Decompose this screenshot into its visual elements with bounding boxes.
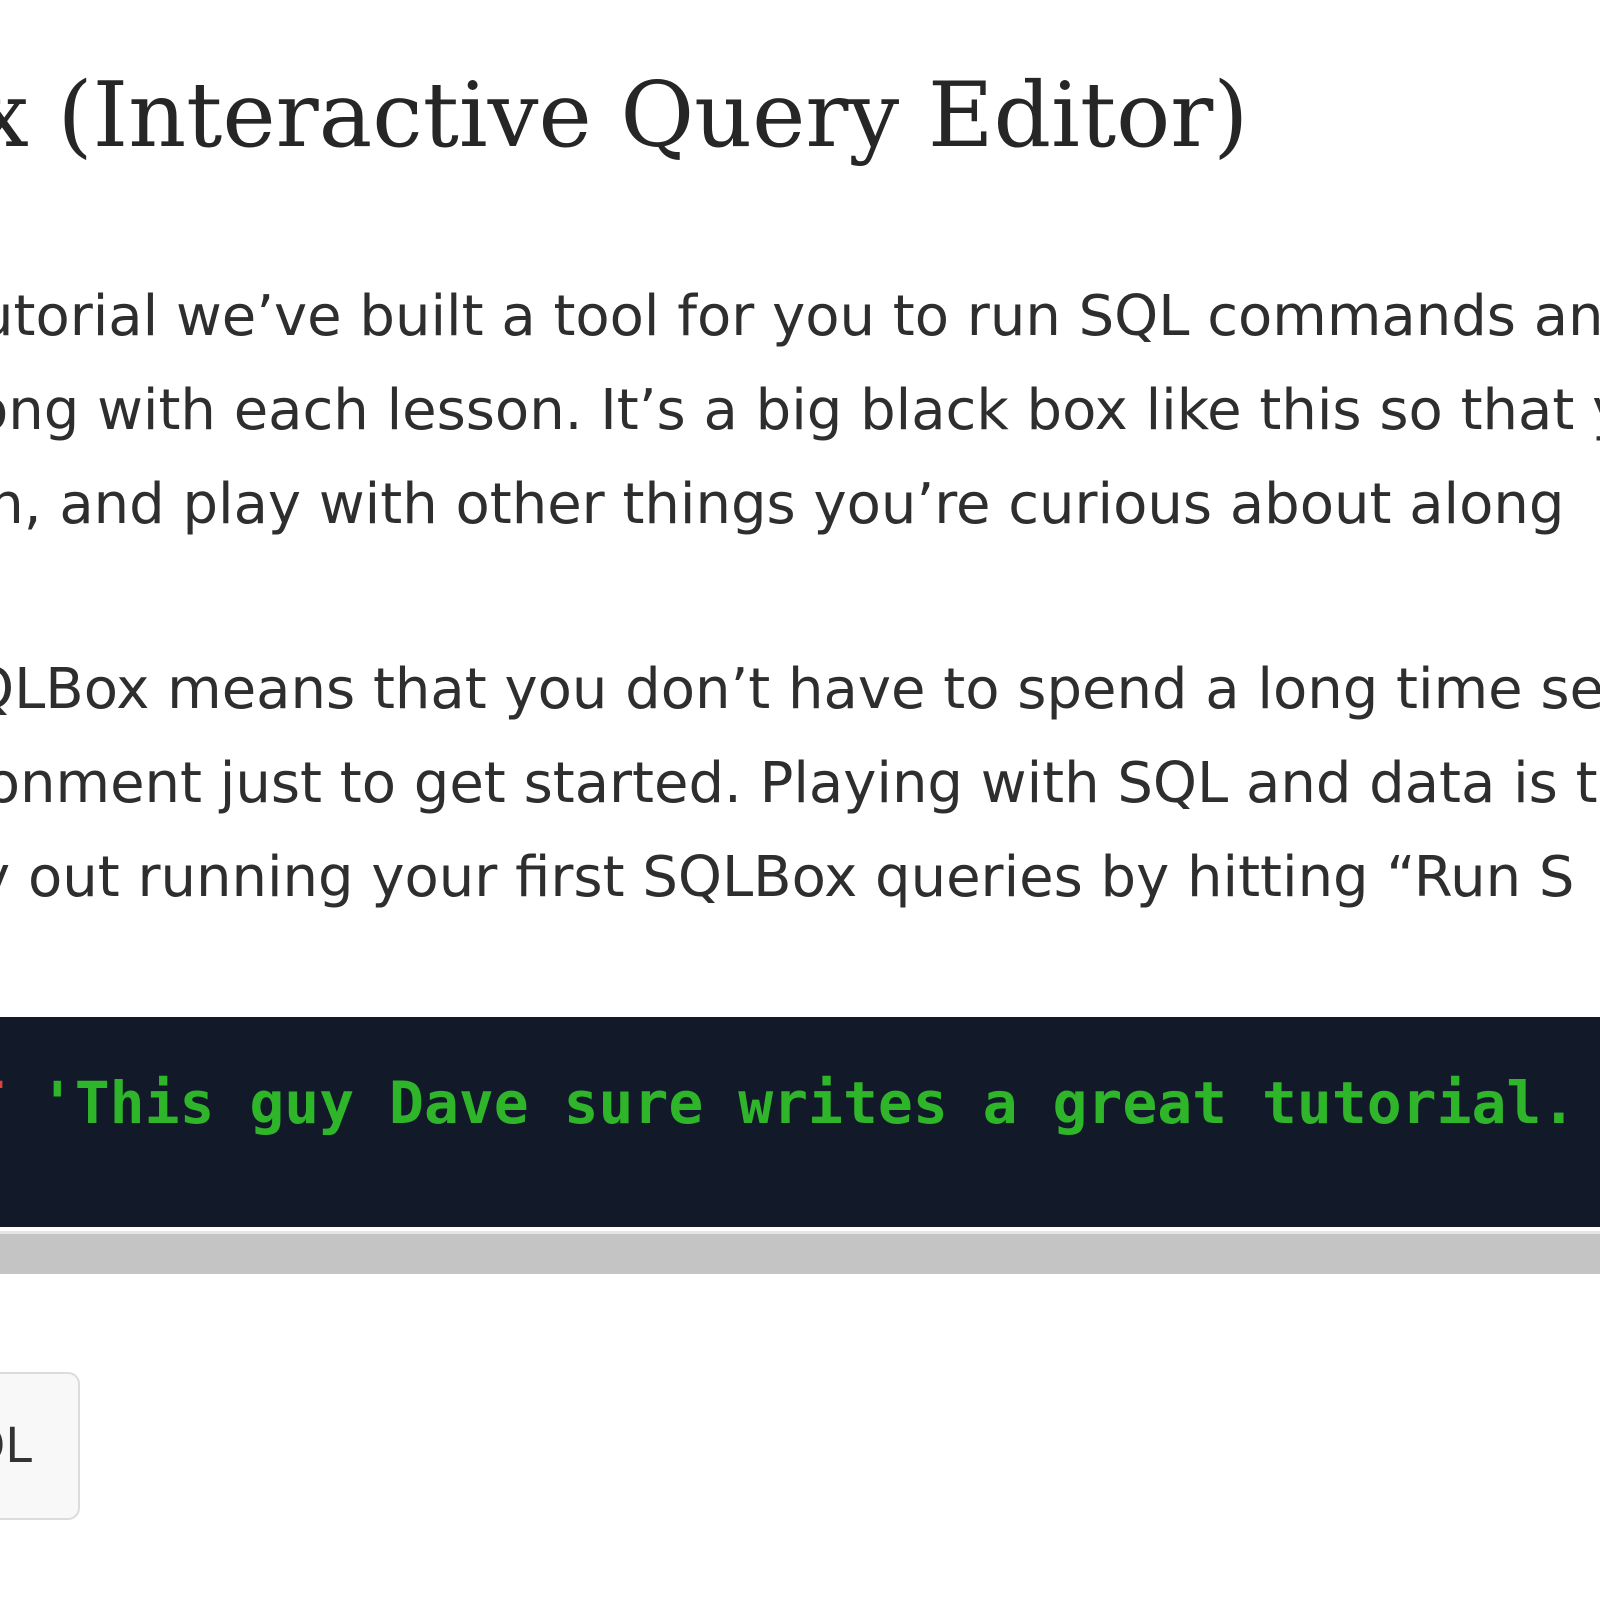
intro-line-1: utorial we’ve built a tool for you to ru…: [0, 284, 1600, 349]
section-heading: ox (Interactive Query Editor): [0, 63, 1249, 168]
run-sql-button-label: Run SQL: [0, 1418, 32, 1474]
details-paragraph: QLBox means that you don’t have to spend…: [0, 643, 1600, 925]
details-line-3: ry out running your first SQLBox queries…: [0, 845, 1575, 910]
run-sql-button[interactable]: Run SQL: [0, 1372, 80, 1520]
tutorial-page: ox (Interactive Query Editor) utorial we…: [0, 0, 1600, 1600]
sql-code-line[interactable]: T 'This guy Dave sure writes a great tut…: [0, 1069, 1576, 1139]
details-line-1: QLBox means that you don’t have to spend…: [0, 657, 1600, 722]
editor-scrollbar[interactable]: [0, 1231, 1600, 1274]
sql-editor[interactable]: T 'This guy Dave sure writes a great tut…: [0, 1017, 1600, 1227]
intro-line-3: on, and play with other things you’re cu…: [0, 472, 1565, 537]
intro-paragraph: utorial we’ve built a tool for you to ru…: [0, 270, 1600, 552]
sql-string-literal: 'This guy Dave sure writes a great tutor…: [4, 1069, 1577, 1137]
details-line-2: ronment just to get started. Playing wit…: [0, 751, 1598, 816]
intro-line-2: ong with each lesson. It’s a big black b…: [0, 378, 1600, 443]
